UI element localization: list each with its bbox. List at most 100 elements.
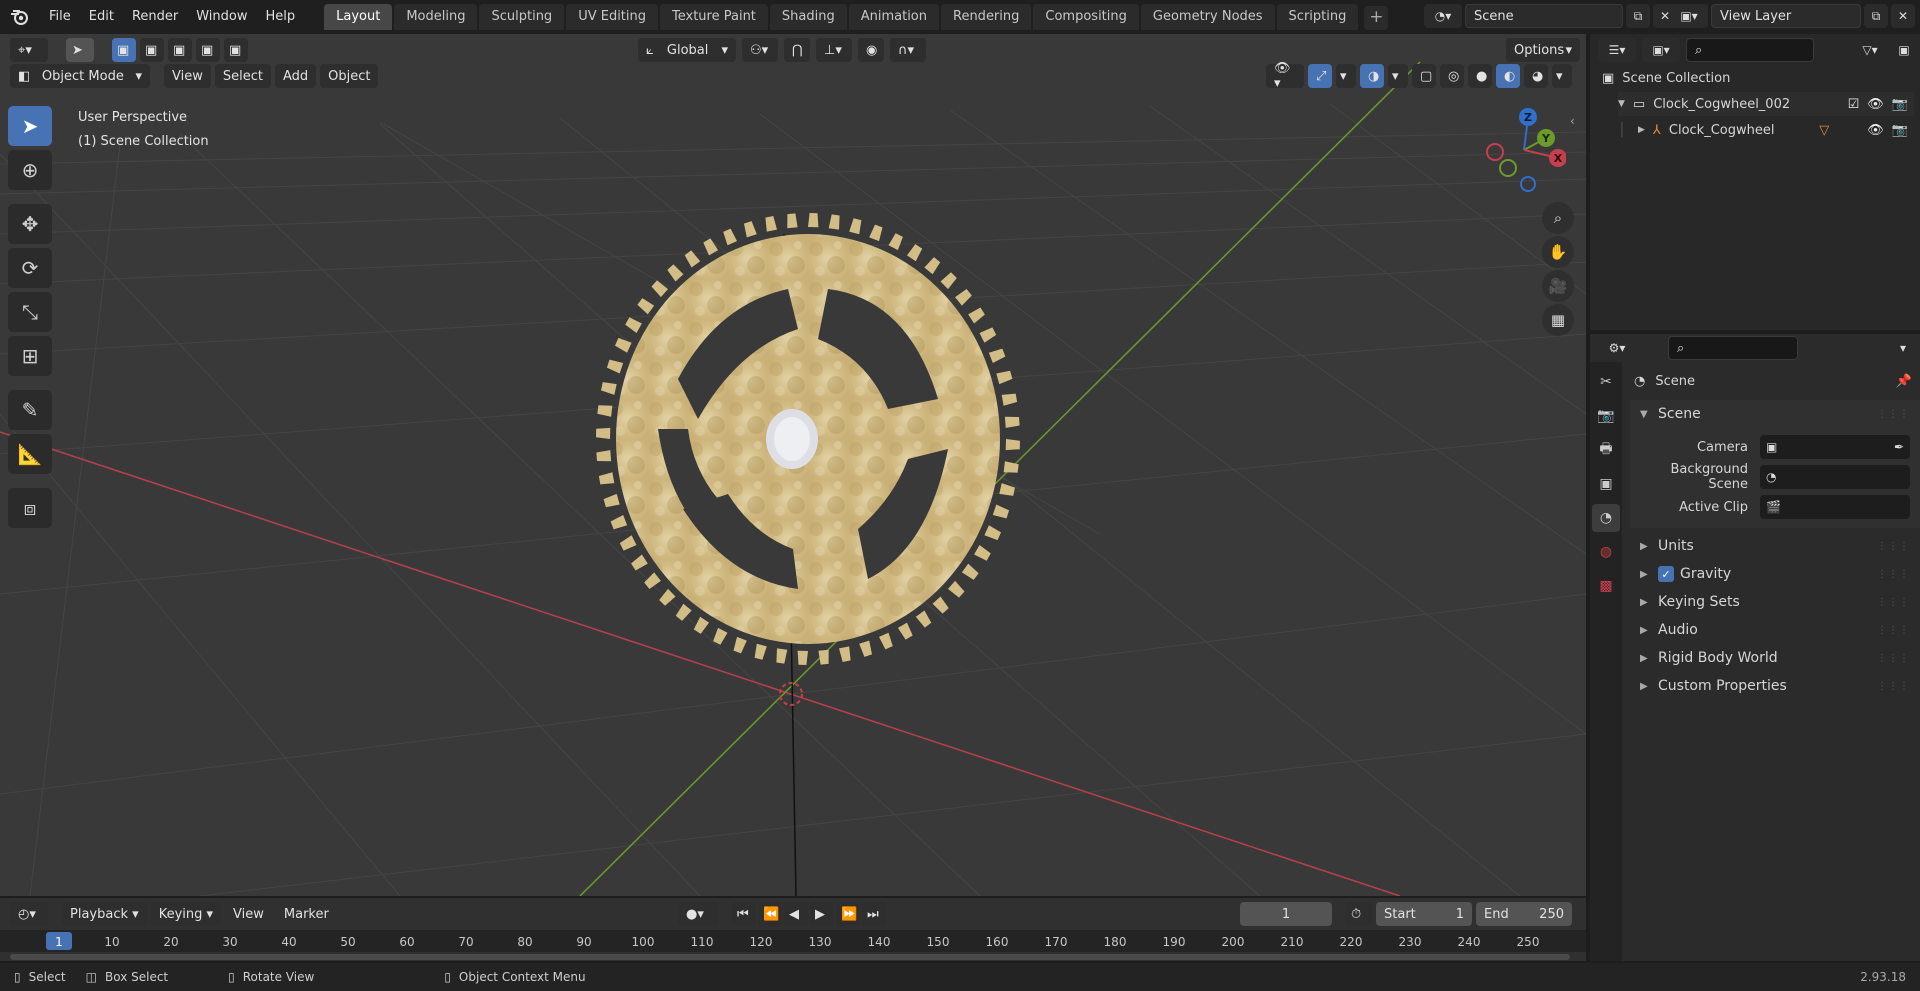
select-subtract-icon[interactable]: ▣ (168, 38, 192, 62)
zoom-icon[interactable]: ⌕ (1542, 202, 1574, 234)
background-scene-field[interactable]: ◔ (1760, 465, 1910, 489)
mode-dropdown[interactable]: ◧ Object Mode ▾ (10, 64, 150, 88)
jump-end-icon[interactable]: ⏭ (862, 902, 886, 926)
transform-orientation-dropdown[interactable]: ⟀ Global ▾ (638, 38, 736, 62)
scene-section-header[interactable]: ▼ Scene ⋮⋮⋮ (1630, 400, 1920, 428)
tab-rendering[interactable]: Rendering (941, 4, 1032, 30)
pan-hand-icon[interactable]: ✋ (1542, 236, 1574, 268)
properties-editor-type-icon[interactable]: ⚙▾ (1598, 336, 1636, 360)
gravity-checkbox[interactable]: ✓ (1658, 566, 1674, 582)
gravity-panel-header[interactable]: ▶ ✓ Gravity ⋮⋮⋮ (1630, 560, 1920, 588)
snap-target-icon[interactable]: ⊥▾ (816, 38, 852, 62)
material-preview-shading-icon[interactable]: ◐ (1496, 64, 1520, 88)
timeline-scrollbar[interactable] (10, 954, 1570, 960)
record-icon[interactable]: ●▾ (678, 902, 718, 926)
menu-timeline-view[interactable]: View (225, 902, 272, 926)
wireframe-shading-icon[interactable]: ◎ (1440, 64, 1464, 88)
rigid-body-world-panel-header[interactable]: ▶ Rigid Body World ⋮⋮⋮ (1630, 644, 1920, 672)
menu-playback[interactable]: Playback ▾ (62, 902, 147, 926)
blender-logo-icon[interactable] (0, 0, 40, 34)
outliner-search-input[interactable]: ⌕ (1686, 38, 1814, 62)
end-frame-field[interactable]: End 250 (1476, 902, 1572, 926)
eyedropper-icon[interactable]: ✒ (1894, 440, 1904, 454)
start-frame-field[interactable]: Start 1 (1376, 902, 1472, 926)
menu-render[interactable]: Render (123, 0, 187, 34)
object-data-icon[interactable]: ▽ (1819, 123, 1829, 138)
drag-grip-icon[interactable]: ⋮⋮⋮ (1877, 597, 1910, 608)
overlay-icon[interactable]: ◑ (1360, 64, 1384, 88)
render-tab-icon[interactable]: 📷 (1592, 402, 1620, 430)
menu-add[interactable]: Add (274, 64, 317, 88)
scale-tool-icon[interactable]: ⤡ (8, 292, 52, 332)
keying-sets-panel-header[interactable]: ▶ Keying Sets ⋮⋮⋮ (1630, 588, 1920, 616)
chevron-down-icon[interactable]: ▾ (1388, 64, 1408, 88)
xray-icon[interactable]: ▢ (1412, 64, 1436, 88)
menu-window[interactable]: Window (187, 0, 256, 34)
menu-keying[interactable]: Keying ▾ (150, 902, 222, 926)
tab-texture-paint[interactable]: Texture Paint (660, 4, 768, 30)
filter-icon[interactable]: ▽▾ (1852, 38, 1888, 62)
editor-type-button[interactable]: ⌖▾ (10, 38, 48, 62)
tab-scripting[interactable]: Scripting (1276, 4, 1359, 30)
chevron-down-icon[interactable]: ▾ (1552, 64, 1572, 88)
units-panel-header[interactable]: ▶ Units ⋮⋮⋮ (1630, 532, 1920, 560)
menu-marker[interactable]: Marker (276, 902, 337, 926)
transform-tool-icon[interactable]: ⊞ (8, 336, 52, 376)
select-intersect-icon[interactable]: ▣ (224, 38, 248, 62)
view-layer-icon[interactable]: ▣▾ (1670, 4, 1708, 28)
menu-select[interactable]: Select (214, 64, 271, 88)
sidebar-toggle-icon[interactable]: ‹ (1570, 114, 1575, 128)
proportional-edit-icon[interactable]: ◉ (858, 38, 884, 62)
view-layer-tab-icon[interactable]: ▣ (1592, 470, 1620, 498)
options-dropdown[interactable]: Options ▾ (1506, 38, 1580, 62)
drag-grip-icon[interactable]: ⋮⋮⋮ (1877, 681, 1910, 692)
tab-shading[interactable]: Shading (769, 4, 847, 30)
drag-grip-icon[interactable]: ⋮⋮⋮ (1877, 625, 1910, 636)
rotate-tool-icon[interactable]: ⟳ (8, 248, 52, 288)
cursor-tool-icon[interactable]: ⊕ (8, 150, 52, 190)
stopwatch-icon[interactable]: ⏱ (1346, 902, 1372, 926)
play-reverse-icon[interactable]: ◀ (784, 902, 808, 926)
camera-view-icon[interactable]: 🎥 (1542, 270, 1574, 302)
camera-icon[interactable]: 📷 (1892, 97, 1908, 112)
view-layer-field[interactable]: View Layer (1711, 4, 1861, 28)
menu-edit[interactable]: Edit (80, 0, 123, 34)
outliner-row-scene-collection[interactable]: ▣ Scene Collection (1602, 66, 1730, 90)
drag-grip-icon[interactable]: ⋮⋮⋮ (1877, 409, 1910, 420)
add-cube-tool-icon[interactable]: ⧈ (8, 488, 52, 528)
scene-name-field[interactable]: Scene (1465, 4, 1623, 28)
drag-grip-icon[interactable]: ⋮⋮⋮ (1877, 569, 1910, 580)
outliner-editor-type-icon[interactable]: ☰▾ (1598, 38, 1636, 62)
gizmo-icon[interactable]: ⤢ (1308, 64, 1332, 88)
3d-viewport[interactable]: ⌖▾ ➤ ▣ ▣ ▣ ▣ ▣ ⟀ Global ▾ ⚇▾ ⋂ ⊥▾ ◉ ∩▾ O… (0, 34, 1586, 896)
menu-file[interactable]: File (40, 0, 80, 34)
tab-sculpting[interactable]: Sculpting (479, 4, 565, 30)
move-tool-icon[interactable]: ✥ (8, 204, 52, 244)
select-box-tool-icon[interactable]: ➤ (8, 106, 52, 146)
pin-icon[interactable]: 📌 (1896, 374, 1912, 389)
perspective-grid-icon[interactable]: ▦ (1542, 304, 1574, 336)
current-frame-field[interactable]: 1 (1240, 902, 1332, 926)
tab-uv-editing[interactable]: UV Editing (566, 4, 659, 30)
new-collection-icon[interactable]: ▣ (1894, 38, 1914, 62)
visibility-icon[interactable]: 👁▾ (1266, 61, 1304, 91)
tab-compositing[interactable]: Compositing (1033, 4, 1139, 30)
select-tool-icon[interactable]: ➤ (66, 38, 94, 62)
select-extend-icon[interactable]: ▣ (140, 38, 164, 62)
duplicate-view-layer-icon[interactable]: ⧉ (1864, 4, 1888, 28)
add-workspace-button[interactable]: + (1364, 6, 1389, 30)
tool-tab-icon[interactable]: ✂ (1592, 368, 1620, 396)
active-clip-field[interactable]: 🎬 (1760, 495, 1910, 519)
pivot-point-icon[interactable]: ⚇▾ (742, 38, 778, 62)
rendered-shading-icon[interactable]: ◕ (1524, 64, 1548, 88)
drag-grip-icon[interactable]: ⋮⋮⋮ (1877, 653, 1910, 664)
chevron-down-icon[interactable]: ▾ (1892, 336, 1914, 360)
eye-icon[interactable]: 👁 (1867, 123, 1884, 138)
tab-modeling[interactable]: Modeling (394, 4, 478, 30)
texture-tab-icon[interactable]: ▩ (1592, 572, 1620, 600)
annotate-tool-icon[interactable]: ✎ (8, 390, 52, 430)
snap-icon[interactable]: ⋂ (784, 38, 810, 62)
select-new-icon[interactable]: ▣ (112, 38, 136, 62)
drag-grip-icon[interactable]: ⋮⋮⋮ (1877, 541, 1910, 552)
jump-prev-keyframe-icon[interactable]: ⏪ (758, 902, 782, 926)
